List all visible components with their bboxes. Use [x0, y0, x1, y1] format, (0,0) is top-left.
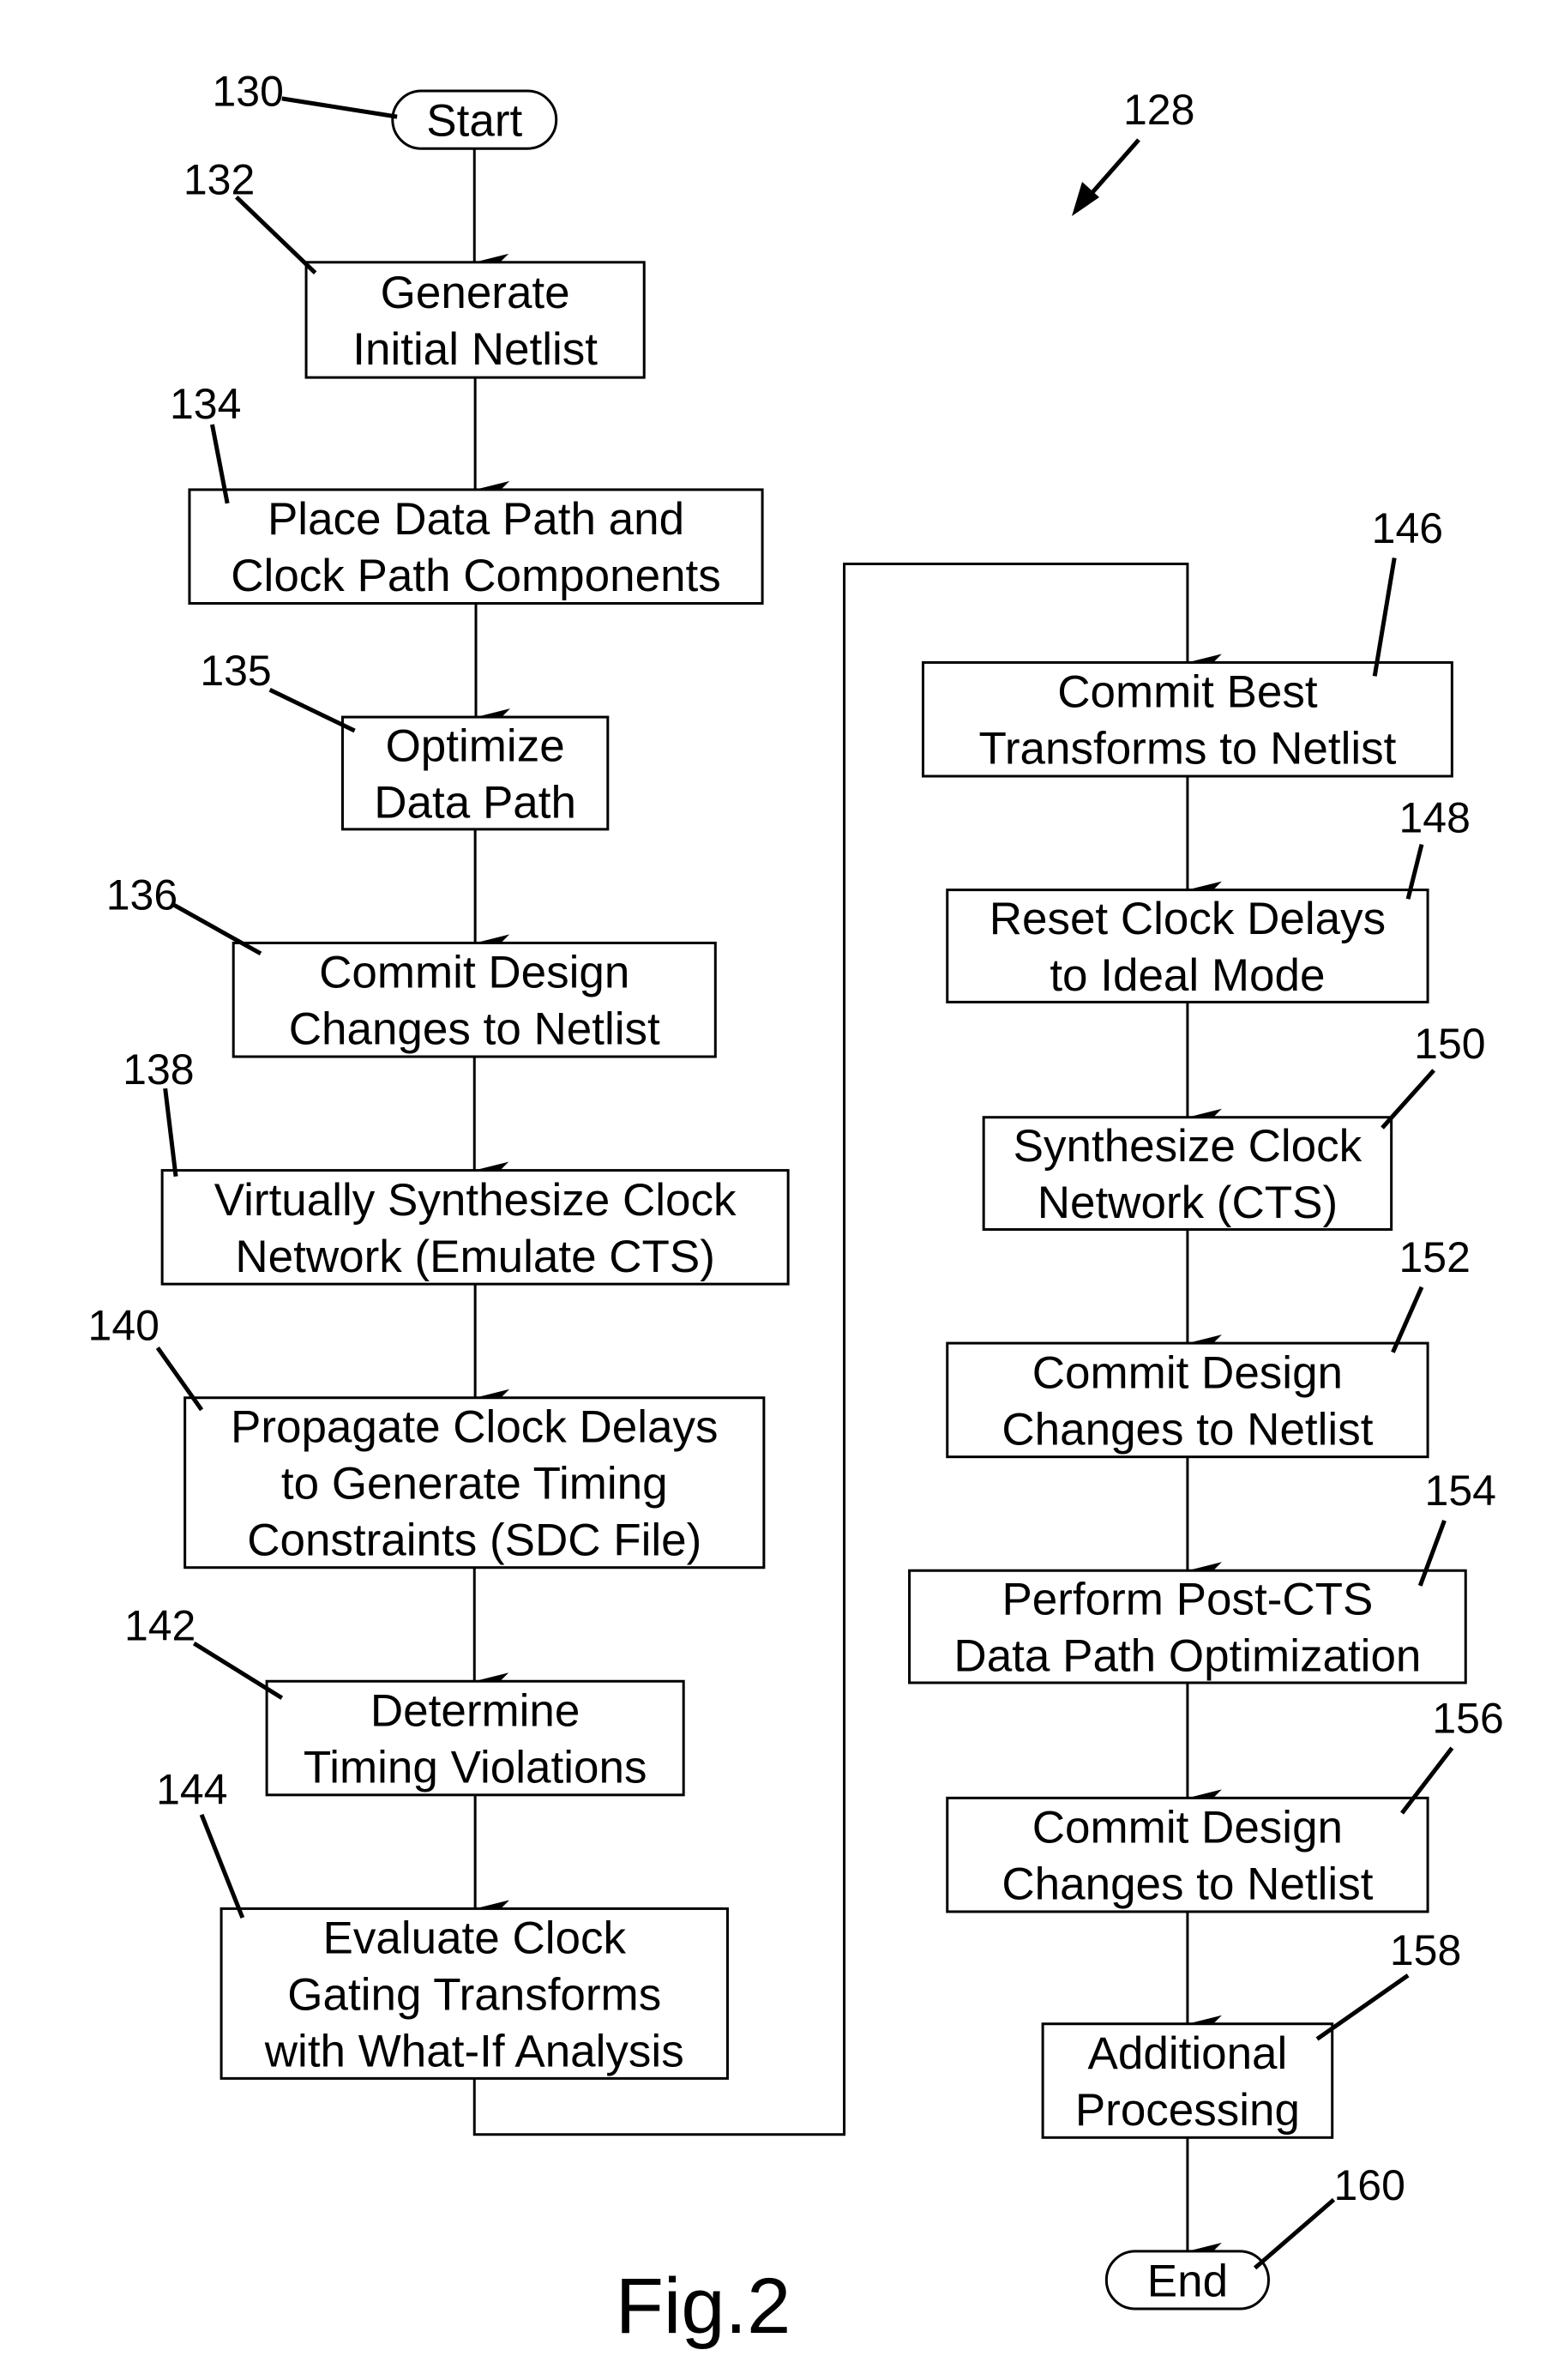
process-step-144: Evaluate Clock Gating Transforms with What…: [220, 1907, 729, 2080]
step-text-line: Perform Post-CTS: [1002, 1575, 1373, 1625]
figure-reference-128: 128: [1072, 86, 1194, 216]
reference-number: 134: [170, 380, 241, 428]
reference-number: 150: [1414, 1020, 1485, 1068]
step-text-line: Gating Transforms: [287, 1969, 661, 2020]
reference-number: 142: [124, 1602, 196, 1650]
process-step-138: Virtually Synthesize Clock Network (Emula…: [160, 1169, 790, 1286]
reference-number: 135: [200, 647, 271, 695]
reference-leader-line: [1253, 2197, 1336, 2270]
step-text-line: Commit Design: [319, 948, 629, 998]
process-step-146: Commit Best Transforms to Netlist: [921, 660, 1453, 778]
process-step-150: Synthesize Clock Network (CTS): [982, 1116, 1393, 1232]
step-text-line: End: [1147, 2256, 1228, 2306]
step-text-line: Initial Netlist: [352, 324, 598, 375]
step-text-line: Synthesize Clock: [1014, 1121, 1363, 1172]
step-text-line: Network (Emulate CTS): [235, 1232, 715, 1282]
reference-leader-line: [163, 1088, 178, 1177]
step-text-line: Reset Clock Delays: [990, 894, 1386, 944]
figure-reference-number: 128: [1123, 86, 1194, 134]
reference-leader-line: [1381, 1069, 1436, 1130]
process-step-148: Reset Clock Delays to Ideal Mode: [946, 889, 1429, 1003]
step-text-line: Start: [426, 96, 522, 147]
reference-number: 148: [1399, 793, 1470, 841]
step-text-line: to Generate Timing: [281, 1459, 668, 1509]
reference-number: 154: [1425, 1467, 1496, 1515]
process-step-132: Generate Initial Netlist: [304, 261, 646, 379]
process-step-134: Place Data Path and Clock Path Components: [188, 488, 764, 606]
reference-number: 144: [156, 1765, 227, 1813]
figure-caption: Fig.2: [616, 2263, 791, 2350]
reference-number: 138: [123, 1045, 194, 1094]
reference-leader-line: [268, 688, 356, 733]
reference-leader-line: [281, 96, 398, 119]
process-step-154: Perform Post-CTS Data Path Optimization: [908, 1569, 1467, 1684]
step-text-line: Changes to Netlist: [289, 1004, 660, 1055]
reference-leader-line: [192, 1641, 284, 1700]
reference-number: 140: [88, 1302, 159, 1350]
nodes: Start Generate Initial Netlist Place Data P…: [160, 89, 1467, 2311]
reference-leader-line: [1315, 1973, 1410, 2041]
process-step-136: Commit Design Changes to Netlist: [232, 941, 717, 1058]
step-text-line: Constraints (SDC File): [247, 1515, 701, 1566]
reference-leader-line: [155, 1346, 204, 1412]
step-text-line: Commit Best: [1057, 667, 1318, 718]
process-step-135: Optimize Data Path: [340, 715, 610, 831]
step-text-line: Changes to Netlist: [1002, 1859, 1373, 1910]
step-text-line: Data Path: [374, 777, 576, 828]
reference-number: 146: [1372, 504, 1443, 552]
reference-number: 132: [183, 155, 255, 203]
step-text-line: Evaluate Clock: [323, 1913, 627, 1963]
step-text-line: to Ideal Mode: [1050, 950, 1325, 1001]
reference-number: 158: [1390, 1926, 1461, 1974]
step-text-line: Commit Design: [1032, 1347, 1343, 1398]
reference-leader-line: [1372, 557, 1397, 677]
start-terminal: Start: [391, 89, 558, 150]
end-terminal: End: [1104, 2250, 1270, 2311]
step-text-line: Propagate Clock Delays: [231, 1402, 719, 1453]
step-text-line: Generate: [381, 268, 570, 318]
process-step-152: Commit Design Changes to Netlist: [946, 1341, 1429, 1459]
step-text-line: Additional: [1088, 2028, 1288, 2079]
reference-number: 156: [1432, 1694, 1503, 1742]
reference-leader-line: [235, 195, 317, 274]
step-text-line: Processing: [1075, 2085, 1300, 2136]
step-text-line: Place Data Path and: [268, 494, 684, 545]
step-text-line: Transforms to Netlist: [978, 724, 1396, 774]
step-text-line: Virtually Synthesize Clock: [214, 1175, 737, 1226]
step-text-line: Optimize: [386, 720, 565, 771]
step-text-line: Data Path Optimization: [953, 1631, 1421, 1682]
step-text-line: Timing Violations: [304, 1743, 647, 1793]
step-text-line: Determine: [370, 1686, 580, 1737]
step-text-line: Changes to Netlist: [1002, 1404, 1373, 1455]
reference-leader-line: [170, 901, 262, 956]
step-text-line: Commit Design: [1032, 1803, 1343, 1853]
step-text-line: Clock Path Components: [231, 551, 721, 601]
reference-number: 136: [106, 871, 177, 919]
flowchart: Start Generate Initial Netlist Place Data P…: [88, 68, 1504, 2350]
reference-number: 130: [212, 68, 283, 116]
step-text-line: Network (CTS): [1038, 1178, 1338, 1228]
process-step-140: Propagate Clock Delays to Generate Timing…: [183, 1396, 766, 1570]
reference-number: 152: [1399, 1233, 1470, 1281]
process-step-158: Additional Processing: [1041, 2022, 1334, 2139]
process-step-142: Determine Timing Violations: [265, 1679, 685, 1797]
reference-number: 160: [1333, 2161, 1405, 2209]
step-text-line: with What-If Analysis: [264, 2026, 684, 2076]
reference-leader-line: [199, 1813, 245, 1919]
process-step-156: Commit Design Changes to Netlist: [946, 1796, 1429, 1913]
